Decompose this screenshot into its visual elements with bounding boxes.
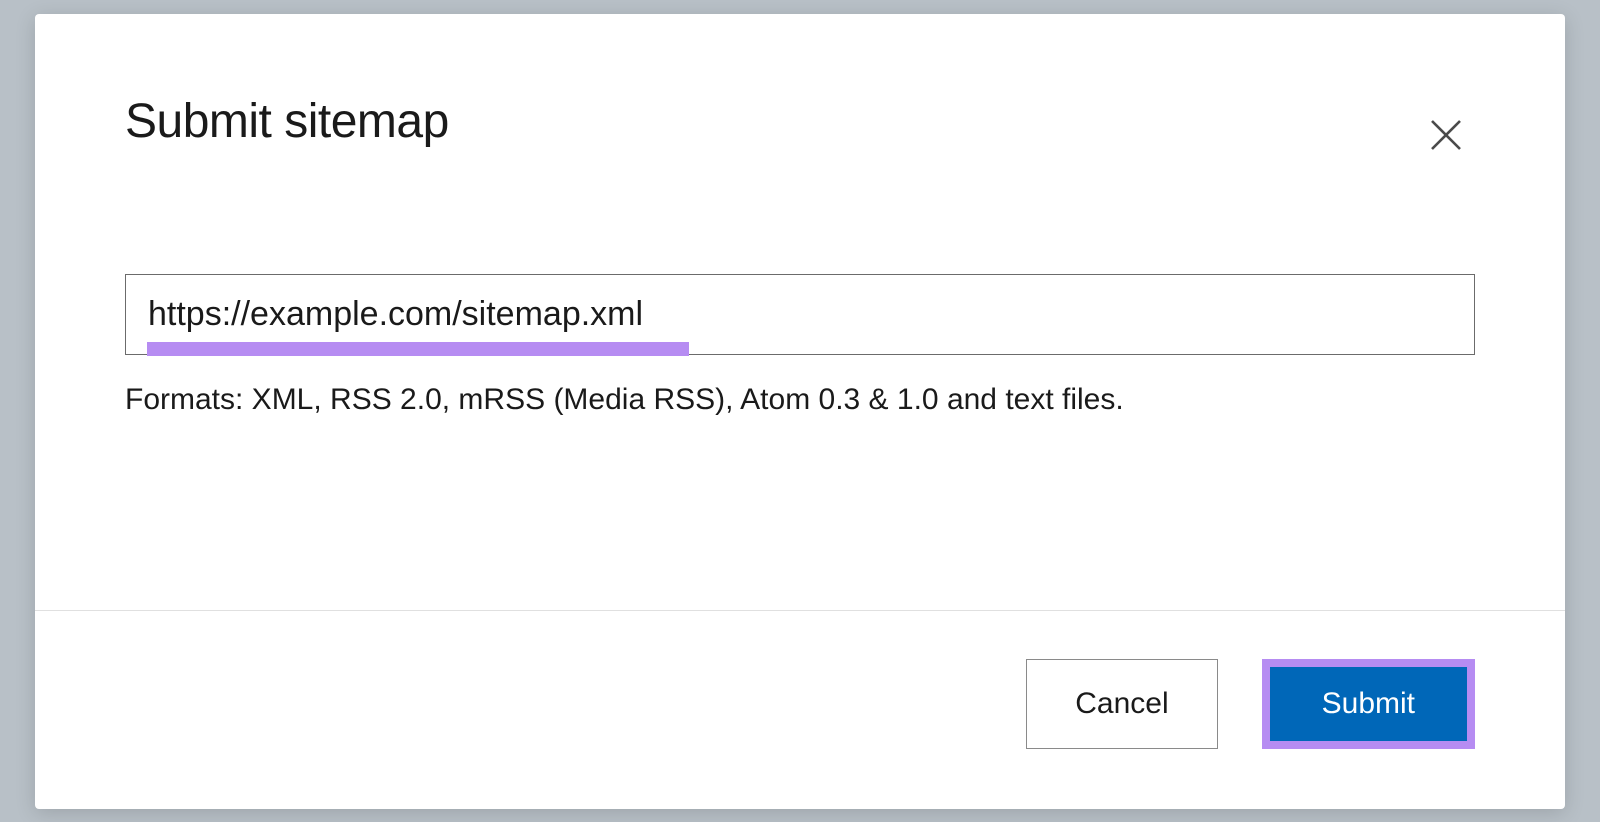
close-icon xyxy=(1425,114,1467,156)
close-button[interactable] xyxy=(1417,106,1475,164)
modal-body: Formats: XML, RSS 2.0, mRSS (Media RSS),… xyxy=(35,164,1565,610)
url-highlight-annotation xyxy=(147,342,689,356)
submit-button-highlight: Submit xyxy=(1262,659,1475,749)
modal-header: Submit sitemap xyxy=(35,14,1565,164)
modal-title: Submit sitemap xyxy=(125,94,449,149)
modal-footer: Cancel Submit xyxy=(35,610,1565,809)
url-input-wrapper xyxy=(125,274,1475,355)
submit-button[interactable]: Submit xyxy=(1270,667,1467,741)
submit-sitemap-modal: Submit sitemap Formats: XML, RSS 2.0, mR… xyxy=(35,14,1565,809)
formats-description: Formats: XML, RSS 2.0, mRSS (Media RSS),… xyxy=(125,383,1475,417)
cancel-button[interactable]: Cancel xyxy=(1026,659,1217,749)
